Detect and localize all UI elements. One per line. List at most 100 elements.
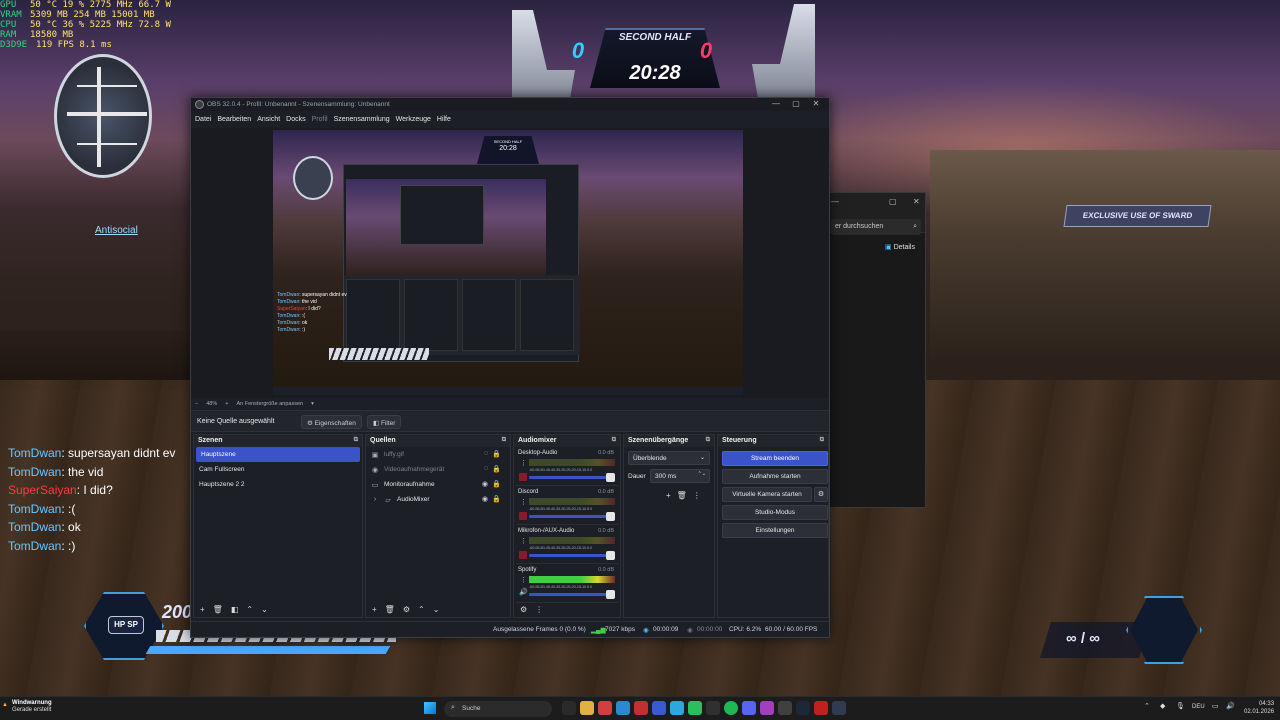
lock-icon[interactable]: 🔒: [492, 495, 501, 503]
mute-icon[interactable]: [519, 551, 527, 559]
menu-datei[interactable]: Datei: [195, 116, 211, 123]
slider-handle[interactable]: [606, 590, 615, 599]
arrow-down-icon[interactable]: ⌄: [261, 605, 268, 614]
lock-icon[interactable]: 🔒: [492, 480, 501, 488]
volume-slider[interactable]: [529, 593, 613, 596]
app-tray-icon[interactable]: ◆: [1160, 702, 1165, 710]
start-virtual-camera-button[interactable]: Virtuelle Kamera starten: [722, 487, 812, 502]
close-icon[interactable]: ✕: [807, 99, 825, 108]
trash-icon[interactable]: 🗑: [213, 605, 223, 614]
add-icon[interactable]: +: [372, 605, 377, 614]
file-explorer-window[interactable]: — ▢ ✕ er durchsuchen ⌕ ▣ Details: [822, 192, 926, 508]
menu-bearbeiten[interactable]: Bearbeiten: [217, 116, 251, 123]
trash-icon[interactable]: 🗑: [385, 605, 395, 614]
mute-icon[interactable]: [519, 512, 527, 520]
brave-browser-icon[interactable]: [598, 701, 612, 715]
source-item[interactable]: › ▱ AudioMixer ◉ 🔒: [366, 492, 510, 507]
advanced-audio-icon[interactable]: ⚙: [520, 605, 527, 614]
app-icon[interactable]: [778, 701, 792, 715]
chevron-right-icon[interactable]: ›: [371, 496, 379, 503]
opera-browser-icon[interactable]: [634, 701, 648, 715]
windows-start-icon[interactable]: [424, 702, 436, 714]
spinner-icon[interactable]: ⌃⌄: [698, 471, 706, 477]
outlook-icon[interactable]: [652, 701, 666, 715]
telegram-icon[interactable]: [670, 701, 684, 715]
stop-stream-button[interactable]: Stream beenden: [722, 451, 828, 466]
taskbar-search[interactable]: ⌕ Suche: [444, 701, 552, 717]
menu-ansicht[interactable]: Ansicht: [257, 116, 280, 123]
obs-titlebar[interactable]: OBS 32.0.4 - Profil: Unbenannt - Szenens…: [191, 98, 829, 111]
weather-widget[interactable]: ▲ Windwarnung Gerade erstellt: [2, 700, 52, 714]
lock-icon[interactable]: 🔒: [492, 465, 501, 473]
zoom-in-button[interactable]: +: [225, 401, 228, 407]
scene-item[interactable]: Hauptszene 2 2: [194, 477, 362, 492]
menu-hilfe[interactable]: Hilfe: [437, 116, 451, 123]
menu-szenensammlung[interactable]: Szenensammlung: [334, 116, 390, 123]
obs-window[interactable]: OBS 32.0.4 - Profil: Unbenannt - Szenens…: [190, 97, 830, 638]
fit-to-window-dropdown[interactable]: An Fenstergröße anpassen: [236, 401, 303, 407]
network-icon[interactable]: ▭: [1212, 702, 1219, 710]
gear-icon[interactable]: ⚙: [403, 605, 410, 614]
details-button[interactable]: ▣ Details: [885, 243, 915, 251]
maximize-icon[interactable]: ▢: [787, 99, 805, 108]
scene-item[interactable]: Hauptszene: [196, 447, 360, 462]
discord-icon[interactable]: [742, 701, 756, 715]
more-icon[interactable]: ⋮: [520, 459, 527, 467]
close-icon[interactable]: ✕: [913, 197, 920, 206]
more-icon[interactable]: ⋮: [520, 537, 527, 545]
gear-icon[interactable]: ⚙: [814, 487, 828, 502]
microphone-icon[interactable]: 🎙: [1176, 702, 1185, 710]
popout-icon[interactable]: ⧉: [706, 437, 710, 444]
speaker-icon[interactable]: 🔊: [519, 588, 528, 596]
minimize-icon[interactable]: —: [767, 99, 785, 108]
filter-icon[interactable]: ◧: [231, 605, 239, 614]
volume-slider[interactable]: [529, 515, 613, 518]
program-preview[interactable]: SECOND HALF 20:28 TomDwan: supersayan did…: [273, 130, 743, 395]
file-explorer-icon[interactable]: [580, 701, 594, 715]
start-recording-button[interactable]: Aufnahme starten: [722, 469, 828, 484]
chevron-up-icon[interactable]: ⌃: [1144, 702, 1150, 710]
volume-icon[interactable]: 🔊: [1226, 702, 1235, 710]
more-icon[interactable]: ⋮: [520, 498, 527, 506]
arrow-up-icon[interactable]: ⌃: [418, 605, 425, 614]
volume-slider[interactable]: [529, 476, 613, 479]
maximize-icon[interactable]: ▢: [889, 197, 897, 206]
transition-select[interactable]: Überblende ⌄: [628, 451, 710, 465]
eye-off-icon[interactable]: ◌: [484, 465, 488, 472]
app-icon[interactable]: [760, 701, 774, 715]
game-icon[interactable]: [832, 701, 846, 715]
more-icon[interactable]: ⋮: [535, 605, 543, 614]
eye-icon[interactable]: ◉: [482, 495, 488, 503]
source-item[interactable]: ◉ Videoaufnahmegerät ◌ 🔒: [366, 462, 510, 477]
whatsapp-icon[interactable]: [688, 701, 702, 715]
steam-icon[interactable]: [796, 701, 810, 715]
edge-browser-icon[interactable]: [616, 701, 630, 715]
explorer-search-input[interactable]: er durchsuchen ⌕: [831, 219, 921, 235]
popout-icon[interactable]: ⧉: [612, 437, 616, 444]
app-icon[interactable]: [814, 701, 828, 715]
slider-handle[interactable]: [606, 551, 615, 560]
source-item[interactable]: ▭ Monitoraufnahme ◉ 🔒: [366, 477, 510, 492]
popout-icon[interactable]: ⧉: [820, 437, 824, 444]
task-view-icon[interactable]: [562, 701, 576, 715]
language-indicator[interactable]: DEU: [1192, 704, 1205, 710]
spotify-icon[interactable]: [724, 701, 738, 715]
popout-icon[interactable]: ⧉: [502, 437, 506, 444]
chevron-down-icon[interactable]: ▾: [311, 401, 314, 407]
more-icon[interactable]: ⋮: [693, 491, 701, 500]
source-item[interactable]: ▣ luffy.gif ◌ 🔒: [366, 447, 510, 462]
slider-handle[interactable]: [606, 512, 615, 521]
add-icon[interactable]: +: [666, 491, 671, 500]
filter-button[interactable]: ◧ Filter: [367, 415, 402, 429]
mute-icon[interactable]: [519, 473, 527, 481]
zoom-out-button[interactable]: −: [195, 401, 198, 407]
arrow-down-icon[interactable]: ⌄: [433, 605, 440, 614]
menu-profil[interactable]: Profil: [312, 116, 328, 123]
trash-icon[interactable]: 🗑: [677, 491, 687, 500]
settings-button[interactable]: Einstellungen: [722, 523, 828, 538]
lock-icon[interactable]: 🔒: [492, 450, 501, 458]
slider-handle[interactable]: [606, 473, 615, 482]
volume-slider[interactable]: [529, 554, 613, 557]
arrow-up-icon[interactable]: ⌃: [246, 605, 253, 614]
taskbar-clock[interactable]: 04:33 02.01.2026: [1244, 700, 1274, 716]
